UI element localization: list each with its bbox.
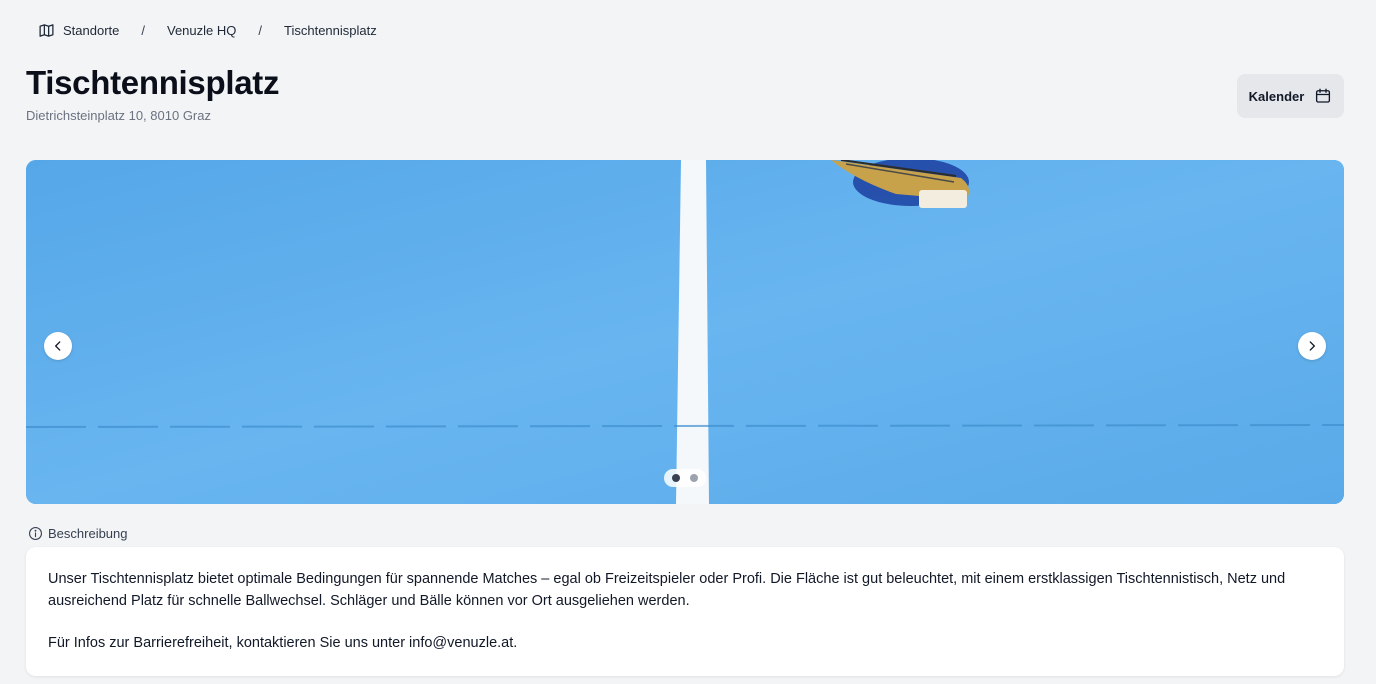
chevron-right-icon xyxy=(1309,341,1315,351)
carousel-dot-2[interactable] xyxy=(690,474,698,482)
description-paragraph: Unser Tischtennisplatz bietet optimale B… xyxy=(48,571,1286,609)
breadcrumb-label: Tischtennisplatz xyxy=(284,23,377,38)
chevron-left-icon xyxy=(55,341,61,351)
carousel-prev-button[interactable] xyxy=(44,332,72,360)
breadcrumb-label: Standorte xyxy=(63,23,120,38)
description-label: Beschreibung xyxy=(28,526,128,541)
carousel-indicators xyxy=(664,469,706,487)
venue-address: Dietrichsteinplatz 10, 8010 Graz xyxy=(26,108,211,123)
breadcrumb-item-venuzle-hq[interactable]: Venuzle HQ xyxy=(167,23,236,38)
description-paragraph: Für Infos zur Barrierefreiheit, kontakti… xyxy=(48,635,518,651)
map-icon xyxy=(38,22,55,39)
calendar-button[interactable]: Kalender xyxy=(1237,74,1344,118)
breadcrumb-separator: / xyxy=(258,23,262,38)
breadcrumb-item-standorte[interactable]: Standorte xyxy=(38,22,119,39)
breadcrumb-separator: / xyxy=(141,23,145,38)
page: Standorte / Venuzle HQ / Tischtennisplat… xyxy=(0,0,1376,684)
breadcrumb: Standorte / Venuzle HQ / Tischtennisplat… xyxy=(38,22,377,39)
carousel-next-button[interactable] xyxy=(1298,332,1326,360)
info-icon xyxy=(28,526,43,541)
description-card: Unser Tischtennisplatz bietet optimale B… xyxy=(26,547,1344,676)
carousel-dot-1[interactable] xyxy=(672,474,680,482)
image-carousel xyxy=(26,160,1344,504)
breadcrumb-label: Venuzle HQ xyxy=(167,23,237,38)
calendar-button-label: Kalender xyxy=(1248,88,1305,104)
calendar-icon xyxy=(1314,87,1332,105)
breadcrumb-item-tischtennisplatz[interactable]: Tischtennisplatz xyxy=(284,23,377,38)
page-title: Tischtennisplatz xyxy=(26,64,280,101)
table-tennis-court-photo xyxy=(26,160,1344,504)
description-label-text: Beschreibung xyxy=(48,526,128,541)
